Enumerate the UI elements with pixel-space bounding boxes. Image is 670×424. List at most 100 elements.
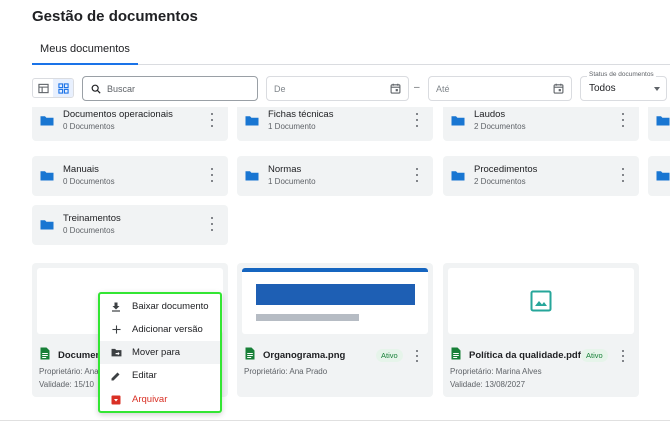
folder-icon bbox=[40, 171, 54, 181]
menu-item-arquivar[interactable]: Arquivar bbox=[100, 388, 220, 411]
calendar-icon[interactable] bbox=[390, 83, 401, 94]
folder-card[interactable]: Laudos 2 Documentos bbox=[443, 107, 639, 141]
folder-name: Procedimentos bbox=[474, 164, 538, 175]
download-icon bbox=[112, 302, 120, 312]
bottom-divider bbox=[0, 420, 670, 421]
folder-card[interactable]: Documentos operacionais 0 Documentos bbox=[32, 107, 228, 141]
document-owner: Proprietário: Ana bbox=[39, 367, 99, 376]
menu-item-label: Baixar documento bbox=[132, 301, 209, 312]
more-options-icon[interactable] bbox=[210, 113, 214, 127]
folder-card[interactable]: Procedimentos 2 Documentos bbox=[443, 156, 639, 196]
folder-card[interactable]: Fichas técnicas 1 Documento bbox=[237, 107, 433, 141]
folder-grid: Documentos operacionais 0 Documentos Fic… bbox=[0, 107, 670, 255]
grid-view-button[interactable] bbox=[53, 79, 73, 97]
view-toggle bbox=[32, 78, 74, 98]
menu-item-mover-para[interactable]: Mover para bbox=[100, 341, 220, 364]
folder-count: 0 Documentos bbox=[63, 226, 115, 235]
date-from-placeholder: De bbox=[274, 83, 286, 94]
folder-count: 1 Documento bbox=[268, 122, 316, 131]
folder-card[interactable]: Treinamentos 0 Documentos bbox=[32, 205, 228, 245]
more-options-icon[interactable] bbox=[621, 350, 625, 362]
more-options-icon[interactable] bbox=[415, 350, 419, 362]
more-options-icon[interactable] bbox=[621, 113, 625, 127]
document-card[interactable]: Política da qualidade.pdf Ativo Propriet… bbox=[443, 263, 639, 397]
folder-name: Treinamentos bbox=[63, 213, 121, 224]
menu-item-label: Arquivar bbox=[132, 394, 168, 405]
document-context-menu: Baixar documento Adicionar versão Mover … bbox=[98, 292, 222, 413]
more-options-icon[interactable] bbox=[621, 168, 625, 182]
search-box bbox=[82, 76, 258, 101]
menu-item-label: Editar bbox=[132, 370, 157, 381]
archive-icon bbox=[111, 395, 121, 404]
status-filter-label: Status de documentos bbox=[587, 71, 656, 78]
document-preview bbox=[242, 268, 428, 334]
plus-icon bbox=[111, 325, 121, 334]
preview-line bbox=[256, 314, 359, 321]
folder-move-icon bbox=[111, 348, 121, 357]
folder-card[interactable]: Manuais 0 Documentos bbox=[32, 156, 228, 196]
date-to-field[interactable]: Até bbox=[428, 76, 572, 101]
calendar-icon[interactable] bbox=[553, 83, 564, 94]
search-input[interactable] bbox=[107, 83, 247, 94]
folder-icon bbox=[451, 171, 465, 181]
file-icon bbox=[245, 347, 255, 360]
folder-icon bbox=[656, 116, 670, 126]
folder-name: Normas bbox=[268, 164, 302, 175]
folder-icon bbox=[40, 220, 54, 230]
more-options-icon[interactable] bbox=[415, 168, 419, 182]
status-filter-select[interactable]: Status de documentos Todos bbox=[580, 71, 667, 101]
date-separator: – bbox=[414, 82, 420, 93]
more-options-icon[interactable] bbox=[415, 113, 419, 127]
folder-name: Manuais bbox=[63, 164, 99, 175]
folder-card[interactable]: Normas 1 Documento bbox=[237, 156, 433, 196]
folder-name: Laudos bbox=[474, 109, 506, 120]
status-badge: Ativo bbox=[581, 349, 608, 362]
status-filter-value: Todos bbox=[589, 83, 616, 94]
pencil-icon bbox=[111, 372, 120, 380]
folder-icon bbox=[245, 171, 259, 181]
page-title: Gestão de documentos bbox=[32, 8, 198, 25]
document-owner: Proprietário: Ana Prado bbox=[244, 367, 328, 376]
more-options-icon[interactable] bbox=[210, 217, 214, 231]
document-preview bbox=[448, 268, 634, 334]
date-from-field[interactable]: De bbox=[266, 76, 409, 101]
tab-bar: Meus documentos bbox=[32, 38, 670, 65]
folder-count: 2 Documentos bbox=[474, 177, 526, 186]
menu-item-editar[interactable]: Editar bbox=[100, 364, 220, 387]
document-name: Política da qualidade.pdf bbox=[469, 350, 581, 361]
search-icon bbox=[91, 84, 101, 94]
folder-card-partial[interactable] bbox=[648, 156, 670, 196]
tab-meus-documentos[interactable]: Meus documentos bbox=[32, 38, 138, 65]
more-options-icon[interactable] bbox=[210, 168, 214, 182]
folder-count: 2 Documentos bbox=[474, 122, 526, 131]
document-name: Documen bbox=[58, 350, 102, 361]
grid-view-icon bbox=[57, 82, 69, 94]
file-icon bbox=[40, 347, 50, 360]
folder-icon bbox=[451, 116, 465, 126]
document-validity: Validade: 15/10 bbox=[39, 380, 95, 389]
folder-icon bbox=[40, 116, 54, 126]
status-badge: Ativo bbox=[376, 349, 403, 362]
folder-icon bbox=[656, 171, 670, 181]
preview-block bbox=[256, 284, 415, 305]
document-name: Organograma.png bbox=[263, 350, 346, 361]
folder-name: Fichas técnicas bbox=[268, 109, 334, 120]
folder-card-partial[interactable] bbox=[648, 107, 670, 141]
file-icon bbox=[451, 347, 461, 360]
folder-count: 0 Documentos bbox=[63, 122, 115, 131]
menu-item-label: Mover para bbox=[132, 347, 181, 358]
document-card[interactable]: Organograma.png Ativo Proprietário: Ana … bbox=[237, 263, 433, 397]
image-icon bbox=[530, 290, 552, 312]
menu-item-adicionar-versao[interactable]: Adicionar versão bbox=[100, 318, 220, 341]
document-owner: Proprietário: Marina Alves bbox=[450, 367, 542, 376]
folder-count: 0 Documentos bbox=[63, 177, 115, 186]
menu-item-baixar-documento[interactable]: Baixar documento bbox=[100, 295, 220, 318]
table-view-button[interactable] bbox=[33, 79, 53, 97]
menu-item-label: Adicionar versão bbox=[132, 324, 203, 335]
folder-name: Documentos operacionais bbox=[63, 109, 173, 120]
date-to-placeholder: Até bbox=[436, 83, 450, 94]
chevron-down-icon bbox=[654, 87, 660, 91]
table-view-icon bbox=[37, 83, 49, 93]
document-validity: Validade: 13/08/2027 bbox=[450, 380, 526, 389]
preview-top-stripe bbox=[242, 268, 428, 272]
